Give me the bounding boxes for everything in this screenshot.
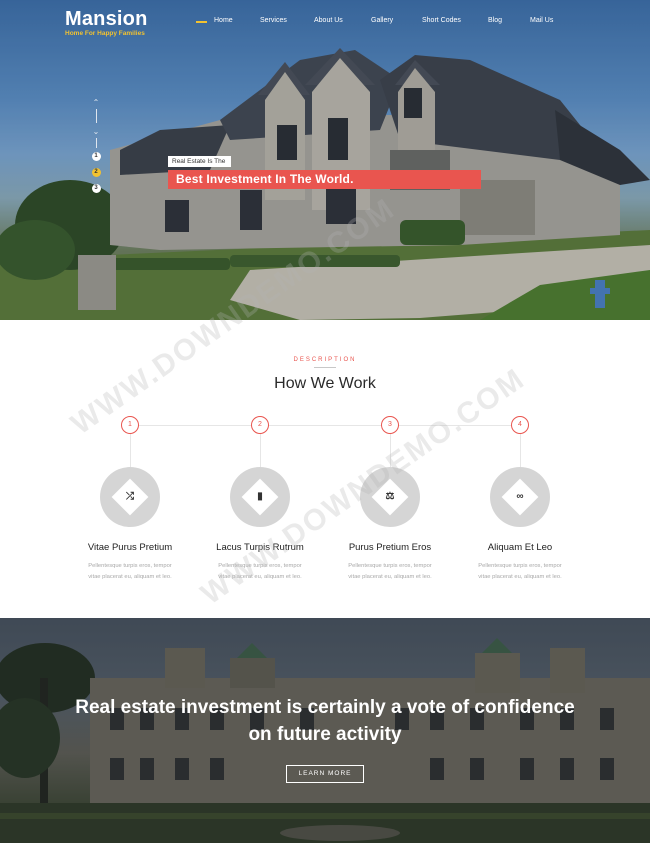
bar-chart-icon: ▮ [257, 491, 263, 502]
how-we-work-section: DESCRIPTION How We Work 1 ⤮ Vitae Purus … [0, 320, 650, 618]
step-text: Pellentesque turpis eros, tempor vitae pl… [190, 561, 330, 583]
section-eyebrow: DESCRIPTION [293, 357, 357, 363]
section-title: How We Work [274, 375, 376, 392]
step-text: Pellentesque turpis eros, tempor vitae pl… [60, 561, 200, 583]
step-line [519, 434, 521, 467]
step-title: Purus Pretium Eros [348, 542, 432, 553]
nav-short-codes[interactable]: Short Codes [422, 17, 461, 24]
brand-name[interactable]: Mansion [65, 9, 148, 29]
hero-caption-big: Best Investment In The World. [168, 170, 481, 189]
step-number: 1 [121, 416, 139, 434]
slide-dot-1[interactable]: 1 [91, 152, 101, 161]
hero-caption-small: Real Estate Is The [168, 156, 232, 167]
nav-blog[interactable]: Blog [488, 17, 502, 24]
eyebrow-underline [314, 367, 336, 368]
chevron-up-icon[interactable]: ⌃ [90, 98, 102, 107]
step-icon-circle: ▮ [230, 467, 290, 527]
step-text-line: Pellentesque turpis eros, tempor [218, 563, 302, 569]
slider-divider [95, 138, 97, 148]
step-title: Aliquam Et Leo [487, 542, 553, 553]
cta-banner: Real estate investment is certainly a vo… [0, 618, 650, 843]
nav-services[interactable]: Services [260, 17, 287, 24]
brand-tagline: Home For Happy Families [65, 30, 145, 37]
learn-more-button[interactable]: LEARN MORE [286, 765, 364, 783]
banner-heading-line-1: Real estate investment is certainly a vo… [75, 697, 575, 718]
step-text: Pellentesque turpis eros, tempor vitae pl… [450, 561, 590, 583]
step-text-line: Pellentesque turpis eros, tempor [88, 563, 172, 569]
step-text: Pellentesque turpis eros, tempor vitae pl… [320, 561, 460, 583]
slider-divider [95, 109, 97, 123]
step-text-line: vitae placerat eu, aliquam et leo. [348, 574, 432, 580]
step-number: 4 [511, 416, 529, 434]
step-number: 2 [251, 416, 269, 434]
slide-dot-3[interactable]: 3 [91, 184, 101, 193]
nav-home[interactable]: Home [214, 17, 233, 24]
step-line [259, 434, 261, 467]
gavel-icon: ⚖ [385, 491, 395, 502]
step-text-line: vitae placerat eu, aliquam et leo. [88, 574, 172, 580]
step-text-line: vitae placerat eu, aliquam et leo. [218, 574, 302, 580]
step-text-line: Pellentesque turpis eros, tempor [348, 563, 432, 569]
step-icon-circle: ⤮ [100, 467, 160, 527]
step-line [129, 434, 131, 467]
brand[interactable]: Mansion Home For Happy Families [65, 9, 148, 37]
step-title: Lacus Turpis Rutrum [216, 542, 304, 553]
step-line [389, 434, 391, 467]
hero-slider: Mansion Home For Happy Families Home Ser… [0, 0, 650, 320]
step-title: Vitae Purus Pretium [87, 542, 173, 553]
slide-dot-2[interactable]: 2 [91, 168, 101, 177]
step-text-line: Pellentesque turpis eros, tempor [478, 563, 562, 569]
nav-about-us[interactable]: About Us [314, 17, 343, 24]
step-text-line: vitae placerat eu, aliquam et leo. [478, 574, 562, 580]
step-number: 3 [381, 416, 399, 434]
step-card: 4 ∞ Aliquam Et Leo Pellentesque turpis e… [450, 416, 590, 583]
step-card: 1 ⤮ Vitae Purus Pretium Pellentesque tur… [60, 416, 200, 583]
step-card: 3 ⚖ Purus Pretium Eros Pellentesque turp… [320, 416, 460, 583]
banner-heading-line-2: on future activity [248, 724, 402, 745]
nav-mail-us[interactable]: Mail Us [530, 17, 553, 24]
nav-gallery[interactable]: Gallery [371, 17, 393, 24]
link-icon: ∞ [516, 491, 524, 502]
step-icon-circle: ⚖ [360, 467, 420, 527]
step-icon-circle: ∞ [490, 467, 550, 527]
shuffle-icon: ⤮ [126, 491, 134, 502]
active-nav-indicator [196, 21, 207, 23]
step-card: 2 ▮ Lacus Turpis Rutrum Pellentesque tur… [190, 416, 330, 583]
slider-controls: ⌃ ⌄ 1 2 3 [90, 98, 102, 200]
banner-heading: Real estate investment is certainly a vo… [0, 694, 650, 748]
chevron-down-icon[interactable]: ⌄ [90, 127, 102, 136]
